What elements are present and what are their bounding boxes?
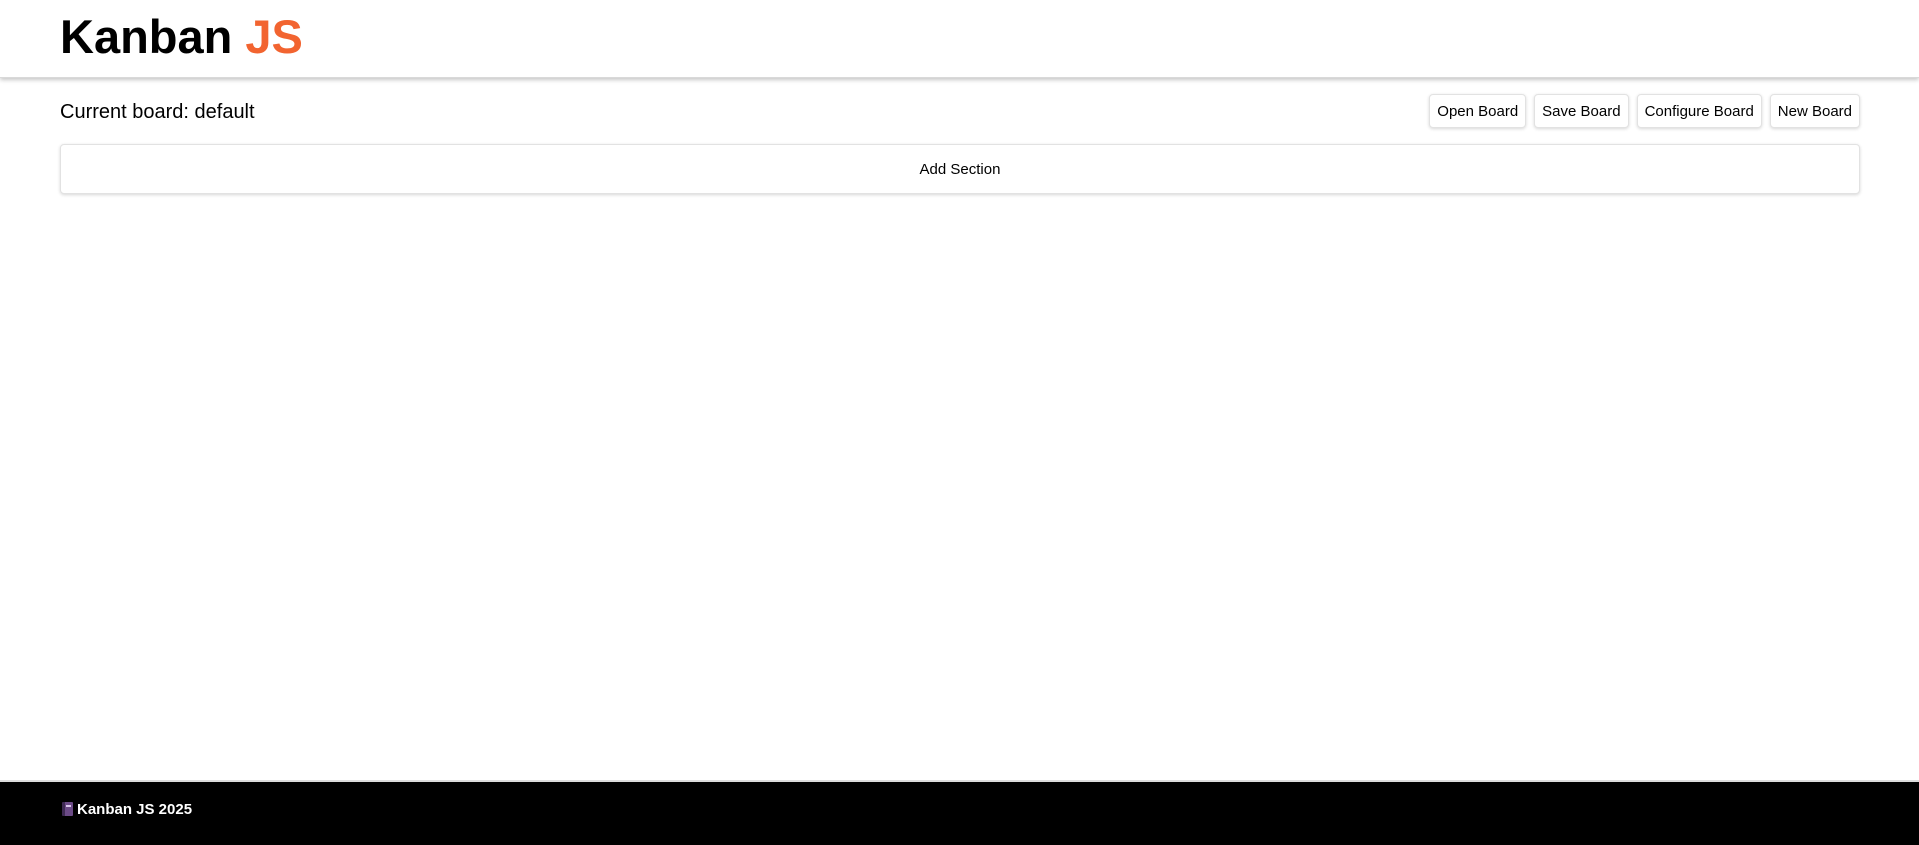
new-board-button[interactable]: New Board bbox=[1769, 94, 1860, 128]
current-board-label: Current board: default bbox=[60, 101, 255, 123]
app-logo: Kanban JS bbox=[60, 11, 303, 63]
app-footer: Kanban JS 2025 bbox=[0, 780, 1919, 845]
open-board-button[interactable]: Open Board bbox=[1429, 94, 1527, 128]
logo-main-text: Kanban bbox=[60, 10, 233, 63]
app-root: Kanban JS Current board: default Open Bo… bbox=[0, 0, 1919, 845]
footer-text-container: Kanban JS 2025 bbox=[62, 800, 192, 820]
add-section-button[interactable]: Add Section bbox=[60, 144, 1860, 194]
board-actions: Open Board Save Board Configure Board Ne… bbox=[1429, 94, 1860, 128]
footer-text: Kanban JS 2025 bbox=[77, 801, 193, 818]
app-header: Kanban JS bbox=[0, 0, 1919, 78]
configure-board-button[interactable]: Configure Board bbox=[1636, 94, 1762, 128]
logo-accent-text: JS bbox=[245, 10, 303, 63]
notebook-icon bbox=[62, 802, 73, 816]
board-toolbar: Current board: default Open Board Save B… bbox=[60, 94, 1860, 129]
save-board-button[interactable]: Save Board bbox=[1534, 94, 1629, 128]
